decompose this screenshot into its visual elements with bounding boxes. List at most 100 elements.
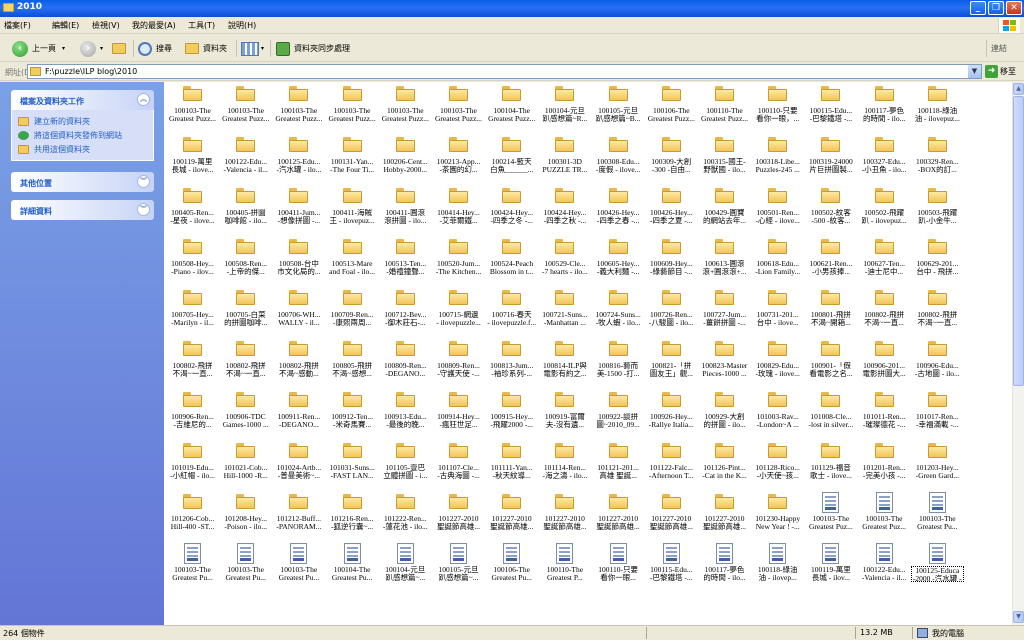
- address-path[interactable]: F:\puzzle\ILP blog\2010: [45, 67, 137, 76]
- other-places-header[interactable]: 其他位置 ︾: [11, 172, 154, 192]
- back-button[interactable]: ‹ 上一頁 ▾: [12, 39, 65, 58]
- folder-item[interactable]: 101024-Artb... -普曼美術~...: [272, 441, 325, 491]
- folder-item[interactable]: 101021-Cob... Hill-1000 -R...: [219, 441, 272, 491]
- folder-item[interactable]: 101222-Ren... -蓮花池 - ilo...: [379, 492, 432, 542]
- file-item[interactable]: 100103-The Greatest Pu...: [272, 543, 325, 593]
- file-item[interactable]: 100118-綠油油 - ilovep...: [751, 543, 804, 593]
- folder-item[interactable]: 100327-Edu... -小丑魚 - ilo...: [858, 135, 911, 185]
- folder-item[interactable]: 101203-Hey... -Green Gard...: [911, 441, 964, 491]
- file-list[interactable]: 100103-The Greatest Puzz... 100103-The Grea…: [164, 82, 1012, 625]
- file-item[interactable]: 100110-只要 看你一眼...: [592, 543, 645, 593]
- folder-item[interactable]: 100103-The Greatest Puzz...: [379, 84, 432, 134]
- expand-icon[interactable]: ︾: [137, 175, 150, 188]
- task-share-folder[interactable]: 共用這個資料夾: [18, 142, 147, 156]
- folder-item[interactable]: 101230-Happy New Year ! -...: [751, 492, 804, 542]
- views-button[interactable]: ▾: [241, 39, 264, 58]
- menu-help[interactable]: 說明(H): [228, 20, 256, 31]
- folder-item[interactable]: 100802-飛拼 不渴~一直...: [219, 339, 272, 389]
- collapse-icon[interactable]: ︽: [137, 93, 150, 106]
- folder-item[interactable]: 100411-圓滾 滾拼圖 - ilo...: [379, 186, 432, 236]
- menu-view[interactable]: 檢視(V): [92, 20, 120, 31]
- folder-item[interactable]: 100301-3D PUZZLE TR...: [538, 135, 591, 185]
- file-item[interactable]: 100103-The Greatest Pu...: [219, 543, 272, 593]
- file-item[interactable]: 100117-夢色 的時間 - ilo...: [698, 543, 751, 593]
- folder-item[interactable]: 100206-Cent... Hobby-2000...: [379, 135, 432, 185]
- file-item[interactable]: 100122-Edu... -Valencia - il...: [858, 543, 911, 593]
- folder-item[interactable]: 100912-Ten... -米奇馬賽...: [326, 390, 379, 440]
- folder-item[interactable]: 101227-2010 聖誕節高雄...: [698, 492, 751, 542]
- folder-item[interactable]: 100629-201... 台中 - 飛拼...: [911, 237, 964, 287]
- folder-item[interactable]: 100823-Master Pieces-1000 ...: [698, 339, 751, 389]
- folder-item[interactable]: 100529-Cle... -7 hearts - ilo...: [538, 237, 591, 287]
- folder-item[interactable]: 100308-Edu... -度假 - ilove...: [592, 135, 645, 185]
- task-new-folder[interactable]: 建立新的資料夾: [18, 114, 147, 128]
- folder-item[interactable]: 100501-Ren... -心經 - ilove...: [751, 186, 804, 236]
- file-item[interactable]: 100103-The Greatest Pu...: [911, 492, 964, 542]
- folder-item[interactable]: 101105-壹巴 立體拼圖 - i...: [379, 441, 432, 491]
- folder-item[interactable]: 100724-Suns... -牧人蝦 - ilo...: [592, 288, 645, 338]
- menu-file[interactable]: 檔案(F): [4, 20, 31, 31]
- folder-item[interactable]: 100802-飛拼 不渴~一直...: [166, 339, 219, 389]
- folder-item[interactable]: 100621-Ren... -小男孩捧...: [804, 237, 857, 287]
- chevron-down-icon[interactable]: ▾: [62, 45, 65, 52]
- folder-item[interactable]: 100802-飛拼 不渴~一直...: [858, 288, 911, 338]
- folder-item[interactable]: 100829-Edu... -玫瑰 - ilove...: [751, 339, 804, 389]
- folder-item[interactable]: 101227-2010 聖誕節高雄...: [592, 492, 645, 542]
- file-item[interactable]: 100115-Edu... -巴黎鐵塔 -...: [645, 543, 698, 593]
- chevron-down-icon[interactable]: ▼: [968, 65, 981, 78]
- file-item[interactable]: 100105-元旦 趴感想篇~...: [432, 543, 485, 593]
- folder-item[interactable]: 100613-圓滾 滾+圓滾滾+...: [698, 237, 751, 287]
- folder-item[interactable]: 101017-Ren... -幸福滿載 -...: [911, 390, 964, 440]
- folder-item[interactable]: 100119-萬里 長城 - ilove...: [166, 135, 219, 185]
- folder-item[interactable]: 100513-Ten... -婚禮鐘聲...: [379, 237, 432, 287]
- folder-item[interactable]: 100424-Hey... -四季之冬 -...: [485, 186, 538, 236]
- folder-item[interactable]: 100502-飛躍趴 - ilovepuz...: [858, 186, 911, 236]
- expand-icon[interactable]: ︾: [137, 203, 150, 216]
- folder-item[interactable]: 100318-Libe... Puzzles-245 ...: [751, 135, 804, 185]
- folder-item[interactable]: 100618-Edu... -Lion Family...: [751, 237, 804, 287]
- folder-item[interactable]: 101008-Cle... -lost in silver...: [804, 390, 857, 440]
- file-item[interactable]: 100119-萬里 長城 - ilov...: [804, 543, 857, 593]
- folder-item[interactable]: 100103-The Greatest Puzz...: [326, 84, 379, 134]
- folder-item[interactable]: 100901-「假 看電影之名...: [804, 339, 857, 389]
- folder-item[interactable]: 100405-Ren... -星夜 - ilove...: [166, 186, 219, 236]
- file-item[interactable]: 100103-The Greatest Puz...: [804, 492, 857, 542]
- folder-item[interactable]: 100813-Jum... -袖珍系列-...: [485, 339, 538, 389]
- folder-item[interactable]: 100319-24000 片巨拼圖製...: [804, 135, 857, 185]
- folder-item[interactable]: 100520-Jum... -The Kitchen...: [432, 237, 485, 287]
- folder-item[interactable]: 100929-大創 的拼圖 - ilo...: [698, 390, 751, 440]
- folder-item[interactable]: 100105-元旦 趴感想篇~B...: [592, 84, 645, 134]
- scroll-thumb[interactable]: [1013, 96, 1024, 386]
- search-button[interactable]: 搜尋: [138, 39, 172, 58]
- folder-item[interactable]: 100106-The Greatest Puzz...: [645, 84, 698, 134]
- folder-item[interactable]: 100524-Peach Blossom in t...: [485, 237, 538, 287]
- forward-button[interactable]: › ▾: [80, 39, 103, 58]
- scroll-down-icon[interactable]: ▼: [1013, 611, 1024, 623]
- links-button[interactable]: 連結: [991, 39, 1007, 58]
- folder-item[interactable]: 100919-富爾 夫-沒有遺...: [538, 390, 591, 440]
- go-button[interactable]: ➜ 移至: [985, 65, 1016, 78]
- folder-item[interactable]: 101212-Buff... -PANORAM...: [272, 492, 325, 542]
- folder-item[interactable]: 101201-Ren... -完美小孩 -...: [858, 441, 911, 491]
- folder-item[interactable]: 101227-2010 聖誕節高雄...: [645, 492, 698, 542]
- folder-item[interactable]: 100709-Ren... -康熙兩周...: [326, 288, 379, 338]
- folder-item[interactable]: 100103-The Greatest Puzz...: [272, 84, 325, 134]
- folder-item[interactable]: 100706-WH... WALLY - il...: [272, 288, 325, 338]
- file-item[interactable]: 100103-The Greatest Puz...: [858, 492, 911, 542]
- folder-item[interactable]: 100405-拼圖 咖啡館 - ilo...: [219, 186, 272, 236]
- folder-item[interactable]: 100125-Edu... -汽水罐 - ilo...: [272, 135, 325, 185]
- folder-item[interactable]: 100103-The Greatest Puzz...: [432, 84, 485, 134]
- folder-item[interactable]: 100315-國王- 野獸國 - ilo...: [698, 135, 751, 185]
- folder-item[interactable]: 100914-Hey... -瘋狂世足...: [432, 390, 485, 440]
- folder-item[interactable]: 100411-Jum... -想像拼圖 -...: [272, 186, 325, 236]
- file-tasks-header[interactable]: 檔案及資料夾工作 ︽: [11, 90, 154, 110]
- folder-item[interactable]: 101114-Ren... -海之濤 - ilo...: [538, 441, 591, 491]
- file-item[interactable]: 100104-The Greatest Pu...: [326, 543, 379, 593]
- vertical-scrollbar[interactable]: ▲ ▼: [1012, 82, 1024, 625]
- folder-item[interactable]: 100814-ILP與 電影有約之...: [538, 339, 591, 389]
- up-folder-button[interactable]: [112, 39, 126, 58]
- folder-item[interactable]: 100605-Hey... -義大利麵 -...: [592, 237, 645, 287]
- folder-item[interactable]: 101129-福音 歌士 - ilove...: [804, 441, 857, 491]
- folder-item[interactable]: 100426-Hey... -四季之春 -...: [592, 186, 645, 236]
- scroll-up-icon[interactable]: ▲: [1013, 83, 1024, 95]
